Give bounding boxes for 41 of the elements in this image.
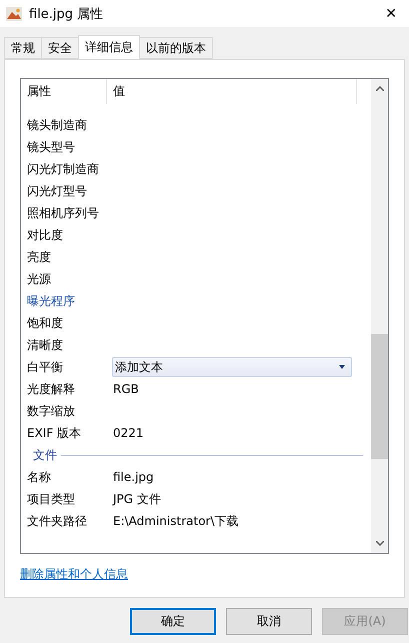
column-header[interactable]: 值: [107, 79, 357, 104]
property-name: 项目类型: [26, 490, 76, 508]
tab[interactable]: 常规: [4, 37, 42, 59]
property-name: 镜头制造商: [26, 116, 88, 134]
property-name: 数字缩放: [26, 402, 76, 420]
property-value: JPG 文件: [113, 490, 161, 508]
tab[interactable]: 安全: [41, 37, 79, 59]
dialog-button[interactable]: 确定: [130, 608, 216, 635]
caret-icon: [339, 365, 345, 369]
scroll-down-icon[interactable]: [376, 541, 384, 546]
property-value: file.jpg: [113, 470, 154, 484]
scrollbar-thumb[interactable]: [371, 334, 388, 459]
property-name: 闪光灯制造商: [26, 160, 100, 178]
property-name: 清晰度: [26, 336, 64, 354]
property-value: RGB: [113, 382, 139, 396]
property-name: 白平衡: [26, 358, 64, 376]
property-name: 名称: [26, 468, 52, 486]
close-button[interactable]: ✕: [379, 6, 403, 22]
tab[interactable]: 详细信息: [78, 35, 140, 59]
window-title: file.jpg 属性: [29, 6, 104, 22]
property-value: 0221: [113, 426, 144, 440]
property-name: 对比度: [26, 226, 64, 244]
property-name: 光度解释: [26, 380, 76, 398]
property-name: 照相机序列号: [26, 204, 100, 222]
property-name: 镜头型号: [26, 138, 76, 156]
scroll-up-icon[interactable]: [376, 86, 384, 91]
property-name: 曝光程序: [26, 292, 76, 310]
property-name: 文件夹路径: [26, 512, 88, 530]
remove-properties-link[interactable]: 删除属性和个人信息: [20, 566, 128, 583]
tab[interactable]: 以前的版本: [139, 37, 213, 59]
value-dropdown[interactable]: 添加文本: [112, 357, 352, 377]
section-heading: 文件: [33, 446, 57, 464]
property-name: 闪光灯型号: [26, 182, 88, 200]
property-name: 饱和度: [26, 314, 64, 332]
image-file-icon: [6, 6, 22, 20]
dialog-button[interactable]: 取消: [226, 608, 312, 635]
property-name: 光源: [26, 270, 52, 288]
property-name: EXIF 版本: [26, 424, 82, 442]
property-value: E:\Administrator\下载: [113, 512, 239, 530]
property-name: 亮度: [26, 248, 52, 266]
column-header[interactable]: 属性: [21, 79, 107, 104]
